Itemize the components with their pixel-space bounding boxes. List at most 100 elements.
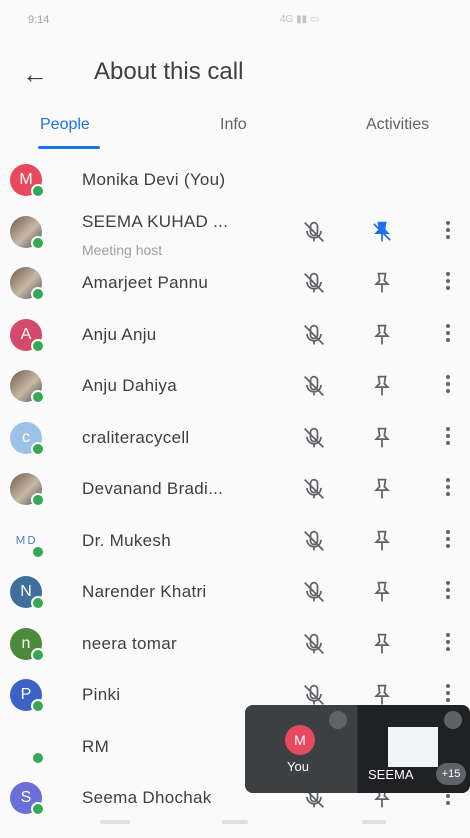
participant-name: SEEMA KUHAD ... — [82, 211, 229, 231]
mic-off-icon[interactable] — [300, 372, 328, 400]
participant-row[interactable]: Amarjeet Pannu — [0, 257, 470, 309]
picture-in-picture[interactable]: M You SEEMA +15 — [245, 705, 470, 793]
mic-off-icon[interactable] — [300, 269, 328, 297]
more-participants-badge: +15 — [436, 763, 466, 785]
online-status-dot — [31, 287, 45, 301]
pin-icon[interactable] — [368, 475, 396, 503]
more-vert-icon[interactable] — [436, 630, 460, 658]
online-status-dot — [31, 441, 45, 456]
participant-name: Dr. Mukesh — [82, 530, 171, 550]
participant-row[interactable]: N Narender Khatri — [0, 566, 470, 618]
more-vert-icon[interactable] — [436, 218, 460, 246]
speaker-label: SEEMA — [368, 767, 414, 782]
self-avatar: M — [285, 725, 315, 755]
online-status-dot — [31, 493, 45, 507]
online-status-dot — [31, 750, 45, 765]
participant-row[interactable]: A Anju Anju — [0, 309, 470, 361]
tab-bar: People Info Activities — [0, 108, 470, 152]
menu-nav-icon[interactable] — [100, 820, 130, 824]
participant-row[interactable]: ＭＤ Dr. Mukesh — [0, 515, 470, 567]
pin-icon[interactable] — [368, 527, 396, 555]
pin-icon[interactable] — [368, 321, 396, 349]
avatar: M — [10, 164, 45, 198]
more-vert-icon[interactable] — [436, 475, 460, 503]
self-tile[interactable]: M You — [245, 705, 357, 793]
participant-name: neera tomar — [82, 633, 177, 653]
video-preview — [388, 727, 438, 767]
more-vert-icon[interactable] — [436, 321, 460, 349]
online-status-dot — [31, 184, 45, 198]
participant-name: RM — [82, 736, 110, 756]
participant-row[interactable]: c craliteracycell — [0, 412, 470, 464]
participant-name: Anju Dahiya — [82, 376, 177, 395]
pin-icon[interactable] — [368, 372, 396, 400]
avatar: N — [10, 576, 45, 610]
participant-name: Pinki — [82, 685, 121, 704]
arrow-back-icon[interactable]: ← — [22, 58, 54, 90]
system-nav-bar — [0, 810, 470, 838]
avatar: n — [10, 627, 45, 662]
tab-people[interactable]: People — [40, 116, 90, 134]
avatar — [10, 473, 45, 507]
more-vert-icon[interactable] — [436, 424, 460, 452]
status-icons: 4G ▮▮ ▭ — [280, 14, 320, 25]
avatar: P — [10, 679, 45, 713]
more-vert-icon[interactable] — [436, 269, 460, 297]
speaker-tile[interactable]: SEEMA +15 — [358, 705, 470, 793]
participant-name: craliteracycell — [82, 427, 190, 447]
online-status-dot — [31, 596, 45, 610]
mic-off-icon[interactable] — [300, 218, 328, 246]
pin-icon[interactable] — [368, 630, 396, 658]
online-status-dot — [31, 647, 45, 662]
tab-info[interactable]: Info — [220, 116, 247, 134]
participant-row[interactable]: Devanand Bradi... — [0, 463, 470, 515]
mic-off-icon[interactable] — [300, 321, 328, 349]
more-vert-icon[interactable] — [436, 578, 460, 606]
avatar: A — [10, 318, 45, 353]
avatar — [10, 731, 45, 765]
mic-off-icon — [329, 711, 347, 729]
tab-activities[interactable]: Activities — [366, 116, 429, 134]
home-nav-icon[interactable] — [222, 820, 248, 824]
app-bar: ← About this call — [0, 48, 470, 100]
mic-off-icon[interactable] — [300, 424, 328, 452]
avatar — [10, 370, 45, 404]
more-vert-icon[interactable] — [436, 527, 460, 555]
back-nav-icon[interactable] — [362, 820, 386, 824]
unpin-icon[interactable] — [368, 218, 396, 246]
participant-name: Narender Khatri — [82, 582, 207, 601]
mic-off-icon[interactable] — [300, 630, 328, 658]
participant-name: Amarjeet Pannu — [82, 273, 209, 292]
online-status-dot — [31, 338, 45, 353]
online-status-dot — [31, 544, 45, 559]
participant-row[interactable]: SEEMA KUHAD ... Meeting host — [0, 206, 470, 258]
participant-row[interactable]: Anju Dahiya — [0, 360, 470, 412]
pin-icon[interactable] — [368, 578, 396, 606]
online-status-dot — [31, 235, 45, 250]
active-tab-indicator — [38, 146, 100, 149]
status-bar: 9:14 4G ▮▮ ▭ — [0, 0, 470, 40]
avatar — [10, 267, 45, 301]
mic-off-icon[interactable] — [300, 578, 328, 606]
participant-role: Meeting host — [82, 241, 163, 258]
page-title: About this call — [94, 58, 244, 85]
mic-off-icon — [444, 711, 462, 729]
participant-row[interactable]: n neera tomar — [0, 618, 470, 670]
avatar: ＭＤ — [10, 525, 45, 559]
pin-icon[interactable] — [368, 424, 396, 452]
avatar: c — [10, 421, 45, 456]
more-vert-icon[interactable] — [436, 372, 460, 400]
avatar — [10, 215, 45, 250]
online-status-dot — [31, 390, 45, 404]
mic-off-icon[interactable] — [300, 527, 328, 555]
mic-off-icon[interactable] — [300, 475, 328, 503]
participant-row[interactable]: M Monika Devi (You) — [0, 154, 470, 206]
participant-name: Seema Dhochak — [82, 788, 212, 807]
pin-icon[interactable] — [368, 269, 396, 297]
participant-name: Devanand Bradi... — [82, 479, 224, 498]
self-label: You — [287, 759, 309, 774]
participant-name: Anju Anju — [82, 324, 157, 344]
participant-name: Monika Devi (You) — [82, 170, 226, 189]
online-status-dot — [31, 699, 45, 713]
status-time: 9:14 — [28, 14, 50, 26]
